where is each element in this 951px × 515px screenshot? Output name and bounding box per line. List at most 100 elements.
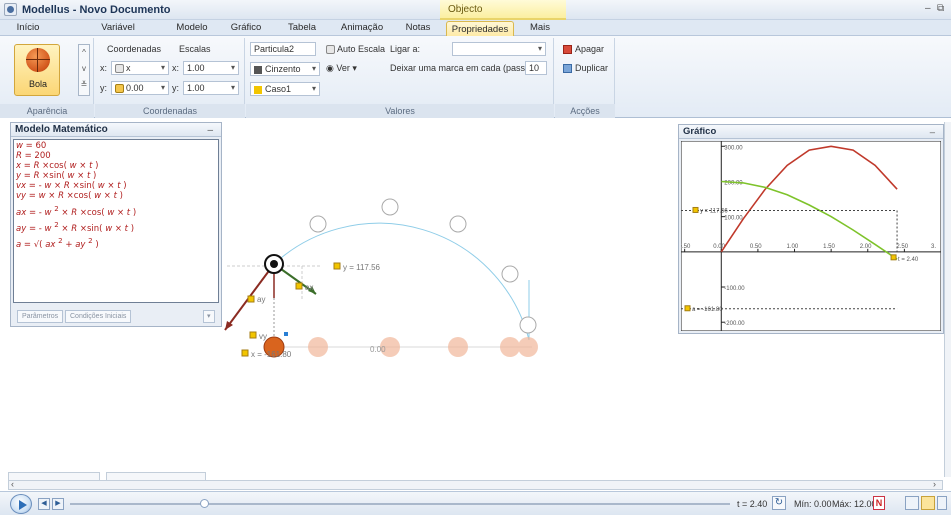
minimize-icon[interactable]: – (207, 124, 213, 138)
layout-view-icon-active[interactable] (921, 496, 935, 510)
link-to-select[interactable]: ▾ (452, 42, 546, 56)
tab-variavel-independente[interactable]: Variável Independente (72, 20, 164, 49)
scale-x-prefix: x: (172, 63, 180, 73)
tab-mais[interactable]: Mais (524, 20, 556, 36)
chevron-down-icon: ▾ (311, 64, 316, 73)
group-label-aparencia: Aparência (0, 104, 94, 118)
scale-y-select[interactable]: 1.00 ▾ (183, 81, 239, 95)
soccer-ball-patch (270, 260, 278, 268)
equation-y: y = R ×sin( w × t ) (16, 171, 97, 181)
initial-conditions-button[interactable]: Condições Iniciais (65, 310, 132, 323)
tab-modelo[interactable]: Modelo (170, 20, 214, 36)
minimize-button[interactable]: – (925, 3, 931, 14)
trail-ball (449, 215, 467, 233)
x-tick-label: 1.50 (823, 244, 835, 250)
tab-animacao[interactable]: Animação (336, 20, 388, 36)
mark-every-field[interactable]: 10 (525, 61, 547, 75)
tab-propriedades[interactable]: Propriedades (446, 21, 514, 37)
coord-x-prefix: x: (100, 63, 108, 73)
y-tick-label: 100.00 (724, 216, 743, 222)
delete-label: Apagar (575, 44, 605, 54)
duplicate-button[interactable]: Duplicar (563, 63, 608, 74)
trail-ball-x (518, 337, 538, 357)
scale-y-prefix: y: (172, 83, 180, 93)
chevron-down-icon: ▾ (537, 44, 542, 53)
minimize-icon[interactable]: – (930, 126, 935, 140)
gallery-scroll[interactable]: ^ v ≚ (78, 44, 90, 96)
graph-plot[interactable]: 300.00200.00100.00-100.00-200.00-0.500.0… (681, 141, 941, 331)
tab-grafico[interactable]: Gráfico (226, 20, 266, 36)
step-forward-button[interactable]: ▶ (52, 498, 64, 510)
view-dropdown[interactable]: ◉ Ver ▾ (326, 63, 357, 74)
layout-view-icon[interactable] (937, 496, 947, 510)
delete-button[interactable]: Apagar (563, 44, 605, 55)
animation-canvas[interactable]: y = 117.56 ax ay vy x = -161.80 0.00 (222, 190, 742, 430)
bola-button[interactable]: Bola (14, 44, 60, 96)
window-title: Modellus - Novo Documento (22, 4, 171, 16)
group-label-accoes: Acções (555, 104, 615, 118)
chevron-down-icon: ▾ (160, 83, 165, 92)
a-marker-label: a = -161.80 (692, 307, 723, 313)
bola-label: Bola (28, 79, 47, 89)
model-panel: Modelo Matemático – w = 60 R = 200 x = R … (10, 122, 222, 327)
restore-button[interactable]: ⧉ (937, 3, 944, 14)
y-tick-label: 300.00 (724, 145, 743, 151)
auto-scale-button[interactable]: Auto Escala (326, 44, 386, 55)
color-select[interactable]: Cinzento ▾ (250, 62, 320, 76)
tab-tabela[interactable]: Tabela (282, 20, 322, 36)
y-tick-label: -200.00 (724, 321, 745, 327)
stop-icon[interactable]: N (873, 496, 885, 510)
window-tab[interactable] (8, 472, 100, 480)
panel-menu-button[interactable]: ▾ (203, 310, 215, 323)
group-label-valores: Valores (246, 104, 554, 118)
ribbon: Bola ^ v ≚ Aparência Coordenadas Escalas x… (0, 36, 951, 118)
chevron-down-icon: ▾ (230, 83, 235, 92)
vertical-scrollbar[interactable] (944, 122, 951, 477)
coord-y-value: 0.00 (126, 83, 144, 93)
scroll-left-icon[interactable]: ‹ (11, 479, 14, 489)
chevron-down-icon: ▾ (160, 63, 165, 72)
window-tab[interactable] (106, 472, 206, 480)
tab-inicio[interactable]: Início (8, 20, 48, 36)
parameters-button[interactable]: Parâmetros (17, 310, 64, 323)
auto-scale-label: Auto Escala (337, 44, 386, 54)
step-back-button[interactable]: ◀ (38, 498, 50, 510)
title-bar: Modellus - Novo Documento Objecto – ⧉ (0, 0, 951, 20)
layout-view-icon[interactable] (905, 496, 919, 510)
case-select[interactable]: Caso1 ▾ (250, 82, 320, 96)
trail-ball (501, 265, 519, 283)
scale-y-value: 1.00 (187, 83, 205, 93)
coord-y-select[interactable]: 0.00 ▾ (111, 81, 169, 95)
scales-label: Escalas (179, 44, 211, 54)
play-button[interactable] (10, 494, 32, 514)
plot-frame (681, 141, 941, 331)
x-tick-label: 1.00 (787, 244, 799, 250)
coordinates-label: Coordenadas (107, 44, 162, 54)
time-slider-thumb[interactable] (200, 499, 209, 508)
delete-icon (563, 45, 572, 55)
time-slider[interactable] (70, 503, 730, 505)
case-value: Caso1 (265, 84, 292, 94)
link-to-label: Ligar a: (390, 44, 421, 54)
tab-notas[interactable]: Notas (400, 20, 436, 36)
selection-handle[interactable] (284, 332, 288, 336)
equation-ay: ay = - w 2 × R ×sin( w × t ) (16, 220, 135, 234)
min-readout: Mín: 0.00 (794, 499, 832, 509)
reset-icon[interactable]: ↻ (772, 496, 786, 510)
model-editor[interactable]: w = 60 R = 200 x = R ×cos( w × t ) y = R… (13, 139, 219, 303)
scale-x-select[interactable]: 1.00 ▾ (183, 61, 239, 75)
y-marker-label: y = 117.56 (700, 208, 728, 214)
trail-ball (519, 316, 537, 334)
coord-x-select[interactable]: x ▾ (111, 61, 169, 75)
object-name-field[interactable]: Particula2 (250, 42, 316, 56)
context-tab-label: Objecto (448, 4, 483, 15)
x-tick-label: 0.50 (750, 244, 762, 250)
x-marker-icon (241, 349, 249, 357)
color-value: Cinzento (265, 64, 301, 74)
time-readout: t = 2.40 (737, 499, 768, 509)
coord-y-prefix: y: (100, 83, 108, 93)
horizontal-scrollbar[interactable]: ‹ › (8, 479, 943, 490)
scroll-right-icon[interactable]: › (933, 479, 936, 489)
app-icon (4, 3, 17, 16)
equation-vy: vy = w × R ×cos( w × t ) (16, 191, 123, 201)
